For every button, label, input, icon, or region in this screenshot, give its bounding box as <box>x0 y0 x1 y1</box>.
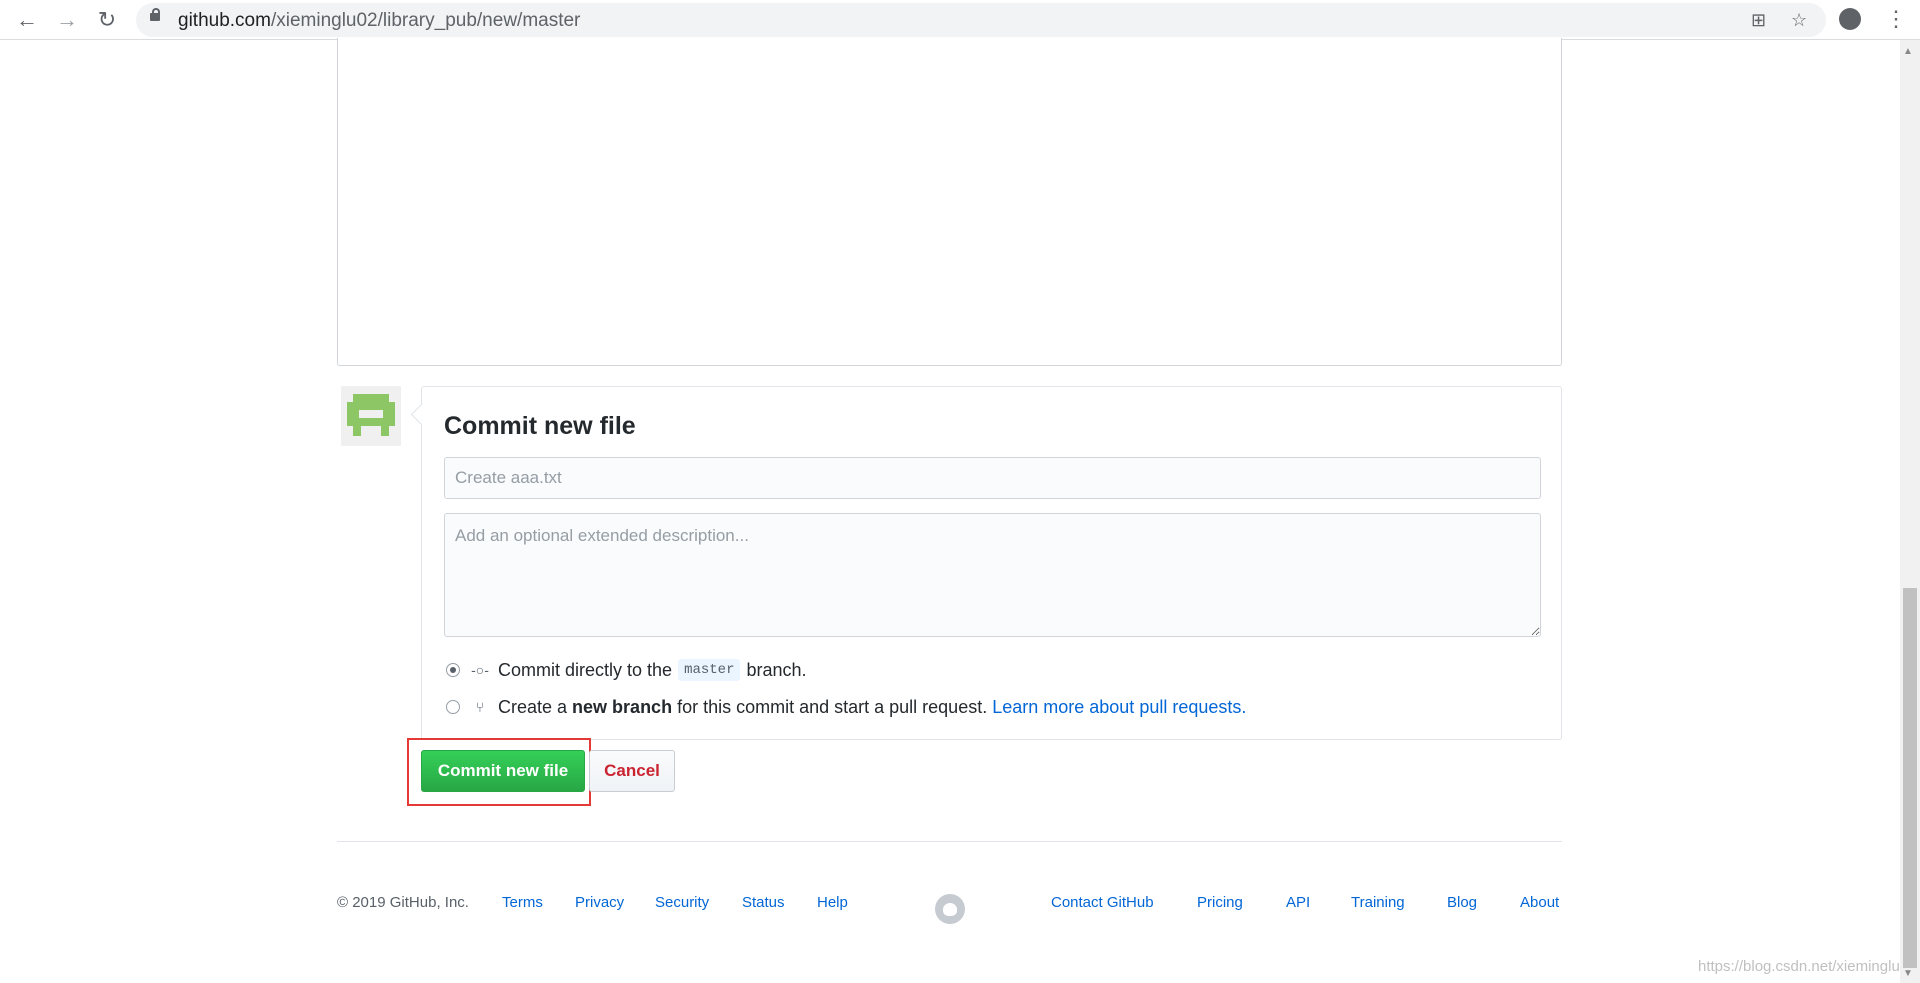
commit-direct-radio[interactable] <box>446 663 460 677</box>
footer-link-privacy[interactable]: Privacy <box>575 894 624 911</box>
new-branch-option[interactable]: ⑂ Create a new branch for this commit an… <box>446 695 1246 719</box>
file-editor[interactable] <box>337 38 1562 366</box>
lock-icon[interactable] <box>150 8 160 21</box>
back-arrow-icon[interactable]: ← <box>13 6 41 34</box>
new-branch-radio[interactable] <box>446 700 460 714</box>
branch-name: master <box>678 659 741 681</box>
git-commit-icon: -○- <box>471 662 489 678</box>
star-icon[interactable]: ☆ <box>1791 10 1807 31</box>
footer-link-training[interactable]: Training <box>1351 894 1405 911</box>
address-bar[interactable]: github.com/xieminglu02/library_pub/new/m… <box>136 3 1826 37</box>
scrollbar-thumb[interactable] <box>1903 588 1917 968</box>
translate-icon[interactable]: ⊞ <box>1751 10 1766 31</box>
commit-direct-prefix: Commit directly to the <box>498 659 673 680</box>
new-branch-prefix: Create a <box>498 696 568 717</box>
avatar <box>341 386 401 446</box>
cancel-button[interactable]: Cancel <box>589 750 675 792</box>
commit-direct-suffix: branch. <box>746 659 807 680</box>
profile-icon[interactable] <box>1839 8 1861 30</box>
commit-form: Commit new file -○- Commit directly to t… <box>421 386 1562 740</box>
footer-link-help[interactable]: Help <box>817 894 848 911</box>
new-branch-bold: new branch <box>572 696 673 717</box>
commit-form-title: Commit new file <box>444 412 636 440</box>
footer-link-terms[interactable]: Terms <box>502 894 543 911</box>
git-pull-request-icon: ⑂ <box>475 699 485 715</box>
browser-toolbar: ← → ↻ github.com/xieminglu02/library_pub… <box>0 0 1920 40</box>
commit-new-file-button[interactable]: Commit new file <box>421 750 585 792</box>
scroll-down-arrow[interactable]: ▼ <box>1903 968 1913 979</box>
scroll-up-arrow[interactable]: ▲ <box>1903 46 1913 57</box>
reload-icon[interactable]: ↻ <box>93 6 121 34</box>
footer-link-pricing[interactable]: Pricing <box>1197 894 1243 911</box>
footer-link-status[interactable]: Status <box>742 894 785 911</box>
pull-requests-help-link[interactable]: Learn more about pull requests. <box>992 697 1246 718</box>
footer-link-blog[interactable]: Blog <box>1447 894 1477 911</box>
commit-direct-option[interactable]: -○- Commit directly to the master branch… <box>446 658 807 682</box>
watermark: https://blog.csdn.net/xieminglu <box>1698 958 1900 975</box>
footer-link-about[interactable]: About <box>1520 894 1559 911</box>
commit-summary-input[interactable] <box>444 457 1541 499</box>
github-logo-icon[interactable] <box>935 894 965 924</box>
footer-link-api[interactable]: API <box>1286 894 1310 911</box>
forward-arrow-icon[interactable]: → <box>53 6 81 34</box>
footer-divider <box>337 841 1562 842</box>
footer-link-contact[interactable]: Contact GitHub <box>1051 894 1154 911</box>
new-branch-suffix: for this commit and start a pull request… <box>677 696 988 717</box>
url-text[interactable]: github.com/xieminglu02/library_pub/new/m… <box>178 10 580 32</box>
commit-description-input[interactable] <box>444 513 1541 637</box>
footer-link-security[interactable]: Security <box>655 894 709 911</box>
footer-copyright: © 2019 GitHub, Inc. <box>337 894 469 911</box>
menu-kebab-icon[interactable]: ⋮ <box>1885 6 1907 32</box>
